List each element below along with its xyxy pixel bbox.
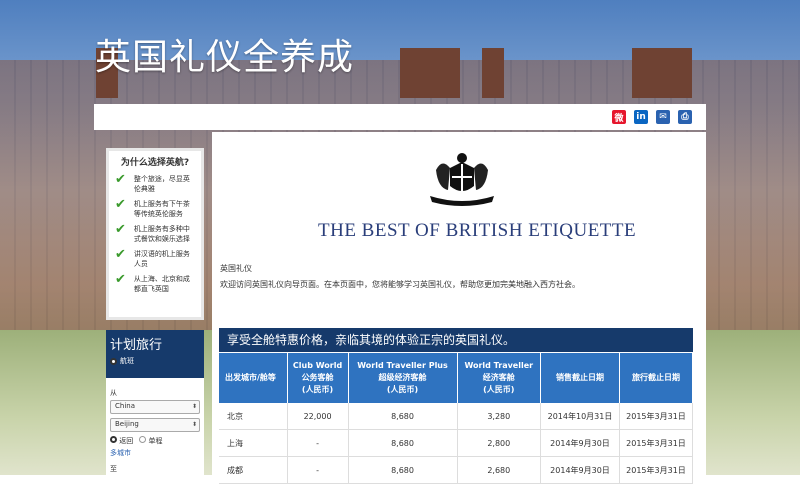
breadcrumb: 英国礼仪	[220, 264, 252, 273]
table-row: 上海 -8,680 2,800 2014年9月30日 2015年3月31日	[219, 429, 694, 457]
why-choose-box: 为什么选择英航? ✔ 整个旅途，尽显英伦典雅 ✔ 机上服务有下午茶等传统英伦服务 ✔ 机上…	[106, 148, 204, 320]
email-icon[interactable]: ✉	[656, 110, 670, 124]
fare-table: 出发城市/舱等 Club World 公务客舱 (人民币) World Travelle…	[219, 353, 694, 484]
flight-radio-label: 航班	[120, 357, 134, 365]
plan-trip-widget: 计划旅行 航班 从 China ⬍ Beijing ⬍ 返回 单程 多城市 至	[106, 330, 204, 475]
page-title: 英国礼仪全养成	[95, 37, 355, 78]
multi-city-link[interactable]: 多城市	[110, 448, 200, 458]
checkmark-icon: ✔	[115, 197, 126, 212]
intro-text: 欢迎访问英国礼仪向导页面。在本页面中，您将能够学习英国礼仪，帮助您更加完美地融入…	[220, 280, 580, 289]
why-heading: 为什么选择英航?	[120, 158, 190, 168]
why-item: ✔ 机上服务有多种中式餐饮和娱乐选择	[115, 222, 195, 244]
table-cell: 2015年3月31日	[619, 429, 694, 457]
city-value: Beijing	[115, 420, 139, 428]
weibo-icon[interactable]: 微	[612, 110, 626, 124]
country-select[interactable]: China ⬍	[110, 400, 200, 414]
oneway-option[interactable]: 单程	[139, 436, 162, 446]
checkmark-icon: ✔	[115, 222, 126, 237]
table-cell: 2,800	[457, 429, 542, 457]
checkmark-icon: ✔	[115, 172, 126, 187]
table-cell: 成都	[219, 456, 288, 484]
oneway-label: 单程	[148, 437, 163, 445]
column-header: 销售截止日期	[540, 353, 620, 403]
column-header: Club World 公务客舱 (人民币)	[287, 353, 349, 403]
trip-type: 返回 单程	[110, 436, 200, 446]
column-header: World Traveller Plus 超级经济客舱 (人民币)	[348, 353, 458, 403]
table-cell: -	[287, 456, 349, 484]
table-cell: 22,000	[287, 403, 349, 430]
linkedin-icon[interactable]: in	[634, 110, 648, 124]
why-item: ✔ 整个旅途，尽显英伦典雅	[115, 172, 195, 194]
updown-arrows-icon: ⬍	[191, 403, 197, 410]
table-cell: 上海	[219, 429, 288, 457]
updown-arrows-icon: ⬍	[191, 421, 197, 428]
why-item-text: 整个旅途，尽显英伦典雅	[133, 175, 190, 193]
brand-heading: THE BEST OF BRITISH ETIQUETTE	[318, 220, 637, 241]
radio-icon	[110, 357, 117, 365]
table-cell: 2014年9月30日	[540, 429, 620, 457]
table-cell: 北京	[219, 403, 288, 430]
share-icons: 微 in ✉ ⎙	[612, 110, 692, 124]
why-item: ✔ 从上海、北京和成都直飞英国	[115, 272, 195, 294]
share-toolbar: 微 in ✉ ⎙	[94, 104, 706, 130]
column-header: 出发城市/舱等	[219, 353, 288, 403]
why-item-text: 讲汉语的机上服务人员	[133, 250, 190, 268]
why-item: ✔ 机上服务有下午茶等传统英伦服务	[115, 197, 195, 219]
column-header: World Traveller 经济客舱 (人民币)	[457, 353, 542, 403]
country-value: China	[115, 402, 135, 410]
print-icon[interactable]: ⎙	[678, 110, 692, 124]
table-cell: 2014年10月31日	[540, 403, 620, 430]
chimney	[482, 48, 504, 98]
table-cell: 2015年3月31日	[619, 403, 694, 430]
checkmark-icon: ✔	[115, 247, 126, 262]
table-row: 北京 22,000 8,680 3,280 2014年10月31日 2015年3月31日	[219, 403, 694, 430]
why-item-text: 机上服务有多种中式餐饮和娱乐选择	[133, 225, 190, 243]
return-option[interactable]: 返回	[110, 436, 133, 446]
table-cell: -	[287, 429, 349, 457]
table-cell: 2014年9月30日	[540, 456, 620, 484]
coat-of-arms-logo	[430, 153, 494, 206]
why-list: ✔ 整个旅途，尽显英伦典雅 ✔ 机上服务有下午茶等传统英伦服务 ✔ 机上服务有多种中式餐饮…	[109, 172, 201, 294]
table-cell: 8,680	[348, 456, 458, 484]
to-label: 至	[110, 465, 117, 473]
table-cell: 8,680	[348, 429, 458, 457]
fare-table-body: 北京 22,000 8,680 3,280 2014年10月31日 2015年3月31日上…	[219, 403, 694, 484]
fare-table-header: 出发城市/舱等 Club World 公务客舱 (人民币) World Travelle…	[219, 353, 694, 403]
promo-banner: 享受全舱特惠价格，亲临其境的体验正宗的英国礼仪。	[219, 328, 693, 352]
column-header: 旅行截止日期	[619, 353, 694, 403]
table-row: 成都 -8,680 2,680 2014年9月30日 2015年3月31日	[219, 456, 694, 484]
table-cell: 2015年3月31日	[619, 456, 694, 484]
return-label: 返回	[119, 437, 134, 445]
table-cell: 8,680	[348, 403, 458, 430]
flight-radio[interactable]: 航班	[110, 356, 200, 366]
why-item-text: 从上海、北京和成都直飞英国	[133, 275, 190, 293]
plan-title: 计划旅行	[110, 338, 163, 353]
checkmark-icon: ✔	[115, 272, 126, 287]
radio-icon	[139, 436, 147, 443]
chimney	[400, 48, 460, 98]
plan-header: 计划旅行 航班	[106, 330, 204, 378]
table-cell: 2,680	[457, 456, 542, 484]
main-content: THE BEST OF BRITISH ETIQUETTE 英国礼仪 欢迎访问英…	[212, 132, 706, 484]
table-cell: 3,280	[457, 403, 542, 430]
from-label: 从	[110, 389, 117, 397]
radio-icon	[110, 436, 117, 443]
why-item: ✔ 讲汉语的机上服务人员	[115, 247, 195, 269]
city-select[interactable]: Beijing ⬍	[110, 418, 200, 432]
why-item-text: 机上服务有下午茶等传统英伦服务	[133, 200, 190, 218]
chimney	[632, 48, 692, 98]
